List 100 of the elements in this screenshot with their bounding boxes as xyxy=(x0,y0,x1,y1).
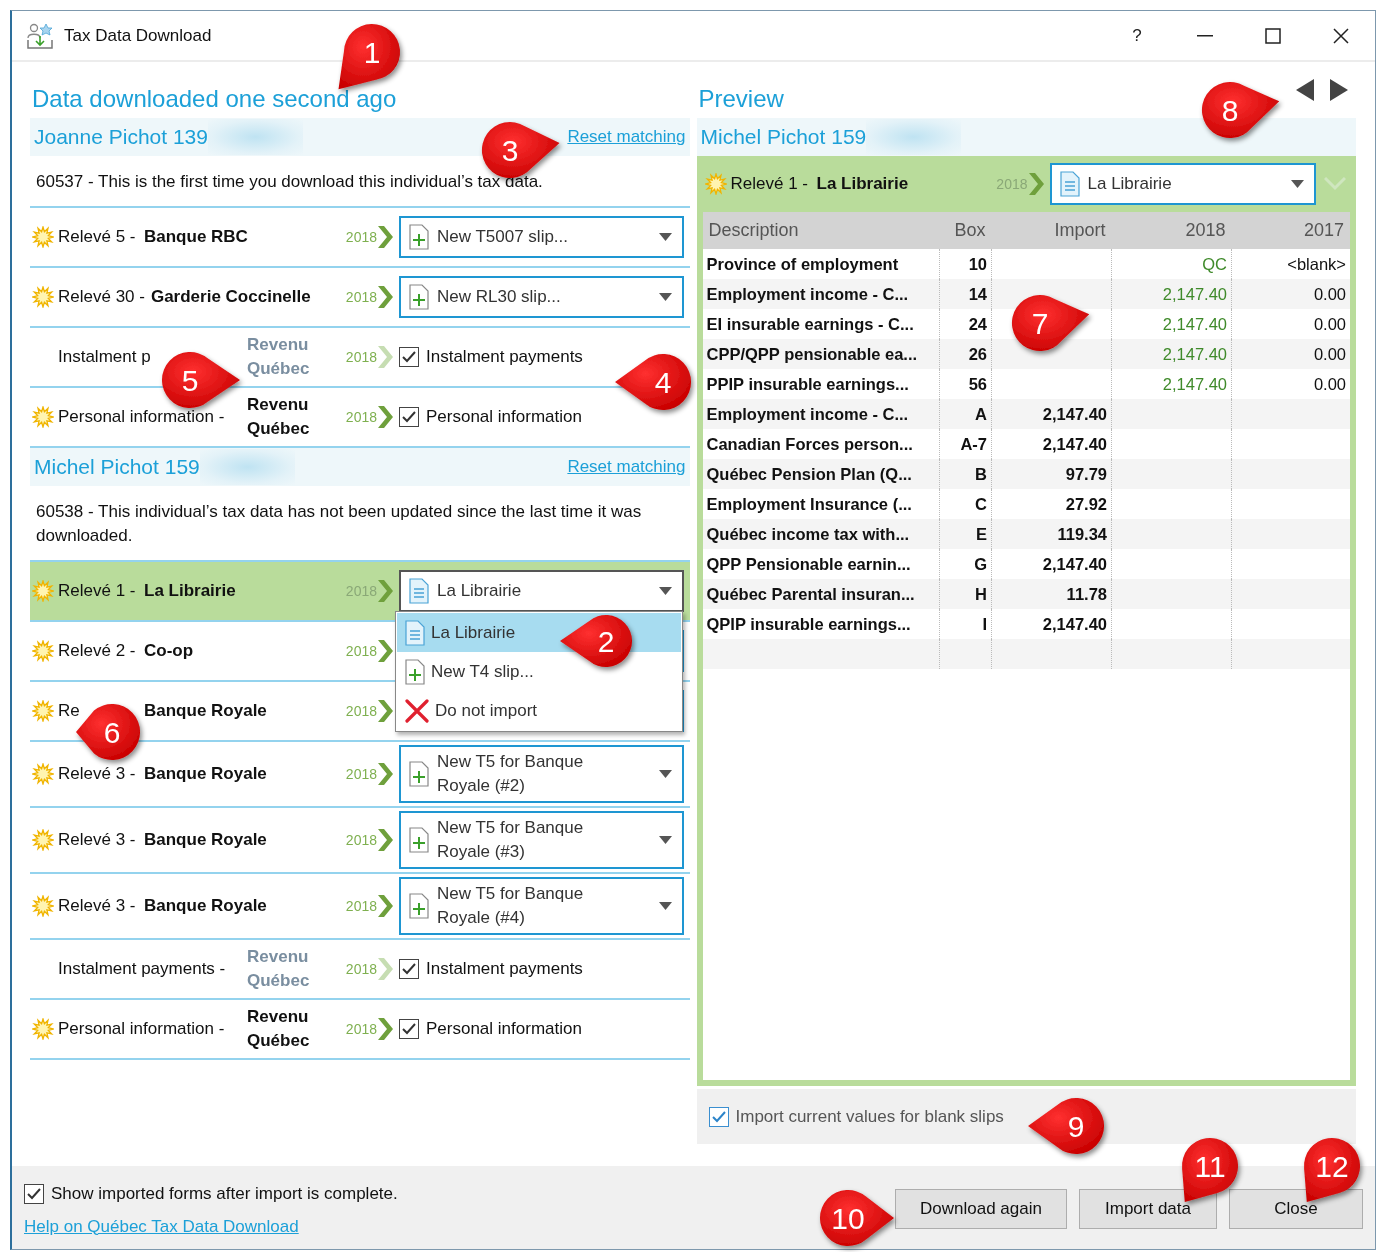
checkbox-label: Instalment payments xyxy=(426,958,583,981)
document-icon xyxy=(405,619,425,646)
slip-label: Relevé 1 - xyxy=(730,173,809,196)
caret-icon xyxy=(659,770,672,778)
payer-name: La Librairie xyxy=(816,173,909,196)
previous-icon[interactable] xyxy=(1296,79,1314,101)
caret-icon xyxy=(1290,180,1304,188)
minimize-icon xyxy=(1197,34,1213,37)
payer-name: La Librairie xyxy=(144,580,236,603)
column-header[interactable]: 2018 xyxy=(1111,212,1232,249)
slip-row[interactable]: Relevé 30 - Garderie Coccinelle 2018 New RL30 slip... xyxy=(30,268,690,328)
slip-row[interactable]: Relevé 3 - Banque Royale 2018 New T5 for Banque Royale (#3) xyxy=(30,808,690,874)
payer-name: Revenu Québec xyxy=(247,334,310,380)
dropdown-field[interactable]: New RL30 slip... xyxy=(399,276,684,318)
table-cell: 2,147.40 xyxy=(991,399,1112,429)
table-cell: 0.00 xyxy=(1231,369,1350,399)
callout-marker: 12 xyxy=(1304,1137,1360,1202)
year-label: 2018 xyxy=(345,830,377,850)
chevron-icon xyxy=(378,226,393,248)
dropdown-field[interactable]: La Librairie xyxy=(1049,163,1316,205)
column-header[interactable]: Import xyxy=(991,212,1112,249)
dropdown-field[interactable]: New T5 for Banque Royale (#4) xyxy=(399,877,684,935)
table-cell: Québec Parental insuran... xyxy=(702,579,940,609)
document-icon xyxy=(409,578,429,604)
checkbox[interactable] xyxy=(24,1183,44,1204)
year-label: 2018 xyxy=(345,227,377,247)
help-button[interactable]: ? xyxy=(1103,11,1171,60)
checkbox-label: Instalment payments xyxy=(426,346,583,369)
table-cell: CPP/QPP pensionable ea... xyxy=(702,339,940,369)
payer-name: Revenu Québec xyxy=(247,394,310,440)
table-cell: Employment income - C... xyxy=(702,279,940,309)
dropdown-field[interactable]: New T5 for Banque Royale (#3) xyxy=(399,811,684,869)
caret-icon xyxy=(659,233,672,241)
chevron-icon xyxy=(378,763,393,785)
checkbox[interactable] xyxy=(399,959,419,979)
window-title: Tax Data Download xyxy=(64,24,212,47)
checkbox[interactable] xyxy=(399,347,419,367)
payer-name: Banque Royale xyxy=(144,763,267,786)
table-cell: Québec Pension Plan (Q... xyxy=(702,459,940,489)
slip-label: Personal information - xyxy=(58,406,226,429)
column-header[interactable]: 2017 xyxy=(1231,212,1350,249)
slip-label: Relevé 3 - xyxy=(58,829,137,852)
table-cell: 97.79 xyxy=(991,459,1112,489)
new-document-icon xyxy=(405,658,425,685)
status-message: 60538 - This individual’s tax data has not been updated since the last time it was downloaded. xyxy=(35,501,643,547)
close-icon xyxy=(1333,27,1349,44)
table-cell: E xyxy=(939,519,992,549)
caret-icon xyxy=(659,902,672,910)
caret-icon xyxy=(659,836,672,844)
callout-marker: 4 xyxy=(615,354,691,410)
slip-row[interactable]: Instalment payments - Revenu Québec 2018 Instalment payments xyxy=(30,940,690,1000)
year-label: 2018 xyxy=(345,287,377,307)
year-label: 2018 xyxy=(345,701,377,721)
slip-row[interactable]: Personal information - Revenu Québec 2018 Personal information xyxy=(30,1000,690,1060)
dialog-button[interactable]: Import data xyxy=(1079,1189,1217,1229)
slip-label: Relevé 2 - xyxy=(58,640,137,663)
maximize-icon xyxy=(1265,27,1281,44)
table-cell: <blank> xyxy=(1231,249,1350,279)
callout-marker: 11 xyxy=(1182,1137,1238,1202)
checkbox[interactable] xyxy=(399,407,419,427)
chevron-icon xyxy=(378,346,393,368)
callout-marker: 10 xyxy=(820,1190,894,1246)
dropdown-field[interactable]: New T5007 slip... xyxy=(399,216,684,258)
callout-marker: 2 xyxy=(560,615,632,667)
checkbox[interactable] xyxy=(399,1019,419,1039)
chevron-icon xyxy=(378,286,393,308)
slip-label: Relevé 30 - xyxy=(58,286,145,309)
checkbox[interactable] xyxy=(708,1106,729,1127)
year-label: 2018 xyxy=(345,641,377,661)
next-icon[interactable] xyxy=(1330,79,1348,101)
column-header[interactable]: Description xyxy=(702,212,940,249)
payer-name: Banque Royale xyxy=(144,895,267,918)
dialog-button[interactable]: Download again xyxy=(895,1189,1067,1229)
callout-marker: 9 xyxy=(1028,1098,1104,1154)
table-cell: 0.00 xyxy=(1231,309,1350,339)
table-cell: 2,147.40 xyxy=(1111,339,1232,369)
slip-label: Instalment payments - xyxy=(58,958,227,981)
table-cell: 11.78 xyxy=(991,579,1112,609)
slip-label: Relevé 5 - xyxy=(58,226,137,249)
slip-row[interactable]: Relevé 5 - Banque RBC 2018 New T5007 slip... xyxy=(30,208,690,268)
dropdown-field[interactable]: New T5 for Banque Royale (#2) xyxy=(399,745,684,803)
new-document-icon xyxy=(409,761,429,787)
slip-row[interactable]: Relevé 3 - Banque Royale 2018 New T5 for Banque Royale (#2) xyxy=(30,742,690,808)
column-header[interactable]: Box xyxy=(939,212,992,249)
chevron-icon xyxy=(378,958,393,980)
slip-row[interactable]: Relevé 3 - Banque Royale 2018 New T5 for Banque Royale (#4) xyxy=(30,874,690,940)
dialog-button[interactable]: Close xyxy=(1229,1189,1363,1229)
menu-item[interactable]: Do not import xyxy=(397,691,681,730)
chevron-icon xyxy=(1028,173,1044,195)
year-label: 2018 xyxy=(345,1019,377,1039)
person-name: Joanne Pichot 139 xyxy=(34,124,208,151)
checkbox-label: Import current values for blank slips xyxy=(735,1105,1004,1128)
checkbox-label: Personal information xyxy=(426,406,582,429)
caret-icon xyxy=(659,293,672,301)
checkbox-label: Show imported forms after import is complete. xyxy=(51,1183,398,1205)
payer-name: Revenu Québec xyxy=(247,946,310,992)
checkbox-label: Personal information xyxy=(426,1018,582,1041)
new-document-icon xyxy=(409,284,429,310)
caret-icon xyxy=(659,587,672,595)
chevron-icon xyxy=(378,640,393,662)
